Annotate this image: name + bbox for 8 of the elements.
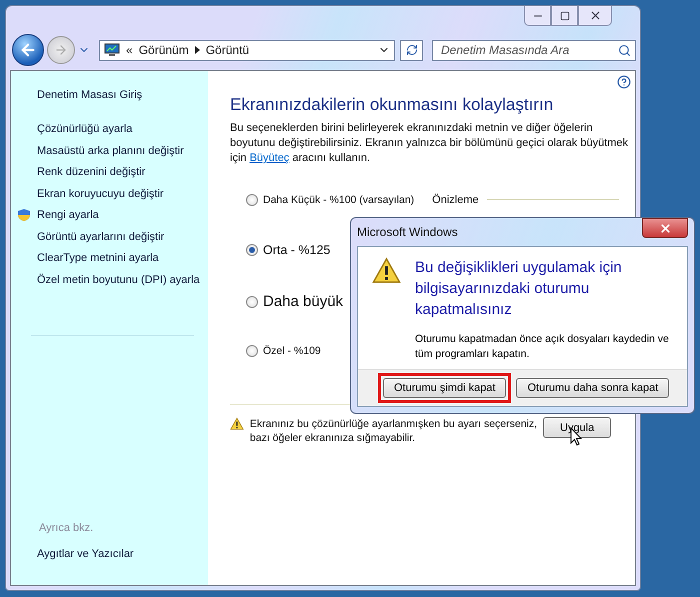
dialog-message: Oturumu kapatmadan önce açık dosyaları kaydedin ve tüm programları kapatın. [415,332,670,362]
page-title: Ekranınızdakilerin okunmasını kolaylaştırın [230,95,554,115]
see-also-heading: Ayrıca bkz. [39,522,94,534]
warning-text: Ekranınız bu çözünürlüğe ayarlanmışken bu ayarı seçerseniz, bazı öğeler ekranınıza sığmayabilir. [250,417,538,445]
description: Bu seçeneklerden birini belirleyerek ekranınızdaki metnin ve diğer öğelerin boyutunu değiştirebilirsiniz. Ekranın yalnızca bir bölümünü geçici olarak büyütmek için Büyüteç aracını kullanın. [230,121,630,166]
dialog-heading: Bu değişiklikleri uygulamak için bilgisayarınızdaki oturumu kapatmalısınız [415,258,623,320]
preview-label: Önizleme [432,194,479,206]
dialog-title: Microsoft Windows [357,225,458,239]
